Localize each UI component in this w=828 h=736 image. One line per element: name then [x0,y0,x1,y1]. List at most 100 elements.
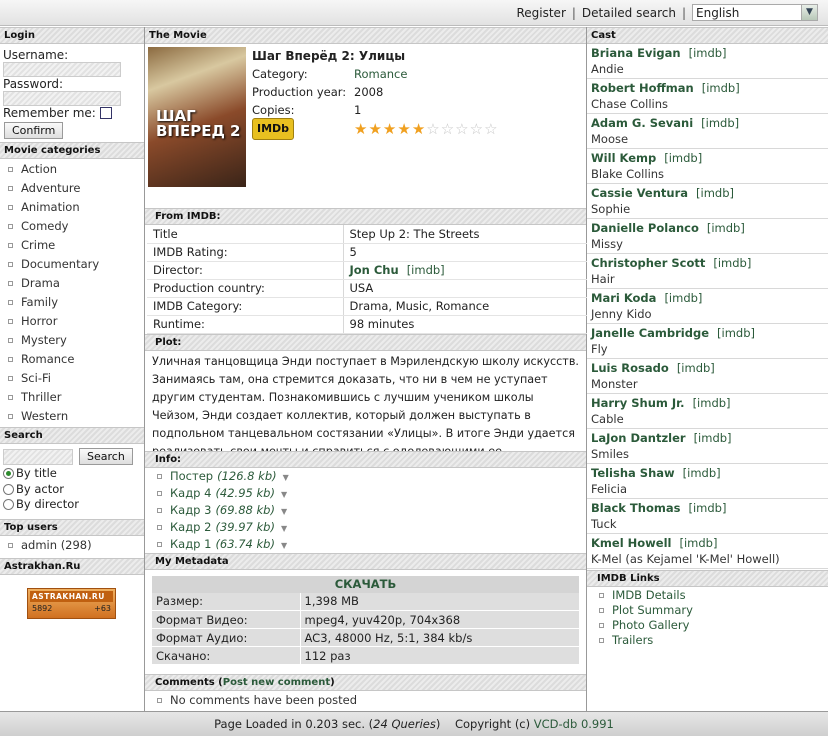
confirm-button[interactable]: Confirm [4,122,64,139]
category-item[interactable]: Comedy [0,217,144,236]
actor-imdb-link[interactable]: [imdb] [701,116,739,130]
actor-link[interactable]: Will Kemp [591,151,656,165]
star-icon[interactable]: ☆ [470,120,484,138]
post-comment-link[interactable]: Post new comment [223,677,330,688]
download-arrow-icon[interactable]: ▼ [281,507,287,516]
imdb-link[interactable]: IMDB Details [612,588,686,602]
password-input[interactable] [3,91,121,106]
imdb-link[interactable]: Photo Gallery [612,618,689,632]
actor-imdb-link[interactable]: [imdb] [693,396,731,410]
actor-imdb-link[interactable]: [imdb] [702,81,740,95]
actor-imdb-link[interactable]: [imdb] [688,501,726,515]
actor-link[interactable]: LaJon Dantzler [591,431,686,445]
star-icon[interactable]: ☆ [484,120,498,138]
actor-link[interactable]: Janelle Cambridge [591,326,709,340]
category-item[interactable]: Horror [0,312,144,331]
actor-imdb-link[interactable]: [imdb] [677,361,715,375]
remember-checkbox[interactable] [99,107,112,119]
director-imdb-link[interactable]: [imdb] [407,263,445,277]
category-item[interactable]: Action [0,160,144,179]
actor-link[interactable]: Harry Shum Jr. [591,396,685,410]
info-item[interactable]: Кадр 1 (63.74 kb) ▼ [145,536,586,553]
actor-imdb-link[interactable]: [imdb] [707,221,745,235]
imdb-link-item[interactable]: IMDB Details [587,588,828,603]
star-icon[interactable]: ☆ [455,120,469,138]
download-arrow-icon[interactable]: ▼ [281,541,287,550]
star-icon[interactable]: ☆ [426,120,440,138]
category-item[interactable]: Romance [0,350,144,369]
info-file-link[interactable]: Кадр 2 [170,520,211,534]
search-button[interactable]: Search [79,448,133,465]
imdb-link-item[interactable]: Trailers [587,633,828,648]
actor-imdb-link[interactable]: [imdb] [683,466,721,480]
actor-imdb-link[interactable]: [imdb] [664,291,702,305]
category-item[interactable]: Sci-Fi [0,369,144,388]
detailed-search-link[interactable]: Detailed search [582,6,676,20]
imdb-link[interactable]: Trailers [612,633,653,647]
category-item[interactable]: Thriller [0,388,144,407]
imdb-badge[interactable]: IMDb [252,118,354,140]
language-select[interactable]: English ▼ [692,4,818,21]
category-item[interactable]: Mystery [0,331,144,350]
download-arrow-icon[interactable]: ▼ [281,524,287,533]
astrakhan-banner[interactable]: ASTRAKHAN.RU 5892 +63 [27,587,116,619]
star-icon[interactable]: ★ [412,120,426,138]
actor-imdb-link[interactable]: [imdb] [689,46,727,60]
category-item[interactable]: Crime [0,236,144,255]
star-icon[interactable]: ★ [383,120,397,138]
actor-link[interactable]: Danielle Polanco [591,221,699,235]
star-icon[interactable]: ☆ [441,120,455,138]
imdb-link-item[interactable]: Plot Summary [587,603,828,618]
category-item[interactable]: Adventure [0,179,144,198]
actor-link[interactable]: Robert Hoffman [591,81,694,95]
register-link[interactable]: Register [516,6,565,20]
category-item[interactable]: Family [0,293,144,312]
download-link[interactable]: СКАЧАТЬ [152,575,579,593]
star-icon[interactable]: ★ [368,120,382,138]
download-arrow-icon[interactable]: ▼ [281,490,287,499]
info-file-link[interactable]: Постер [170,469,213,483]
actor-link[interactable]: Mari Koda [591,291,656,305]
category-item[interactable]: Western [0,407,144,426]
category-item[interactable]: Drama [0,274,144,293]
info-file-link[interactable]: Кадр 1 [170,537,211,551]
search-input[interactable] [3,448,73,465]
search-option[interactable]: By title [3,466,144,482]
actor-link[interactable]: Black Thomas [591,501,680,515]
actor-link[interactable]: Telisha Shaw [591,466,675,480]
actor-link[interactable]: Cassie Ventura [591,186,688,200]
username-input[interactable] [3,62,121,77]
actor-imdb-link[interactable]: [imdb] [713,256,751,270]
info-item[interactable]: Кадр 4 (42.95 kb) ▼ [145,485,586,502]
info-item[interactable]: Кадр 3 (69.88 kb) ▼ [145,502,586,519]
actor-link[interactable]: Adam G. Sevani [591,116,693,130]
info-file-link[interactable]: Кадр 4 [170,486,211,500]
imdb-link-item[interactable]: Photo Gallery [587,618,828,633]
actor-imdb-link[interactable]: [imdb] [717,326,755,340]
actor-link[interactable]: Luis Rosado [591,361,669,375]
star-icon[interactable]: ★ [397,120,411,138]
actor-link[interactable]: Kmel Howell [591,536,671,550]
imdb-link[interactable]: Plot Summary [612,603,693,617]
info-file-link[interactable]: Кадр 3 [170,503,211,517]
footer-app-link[interactable]: VCD-db 0.991 [534,717,614,731]
actor-link[interactable]: Christopher Scott [591,256,705,270]
rating-stars[interactable]: ★★★★★☆☆☆☆☆ [354,120,499,139]
search-option[interactable]: By actor [3,482,144,498]
category-link[interactable]: Romance [354,65,407,83]
category-item[interactable]: Documentary [0,255,144,274]
actor-imdb-link[interactable]: [imdb] [679,536,717,550]
actor-imdb-link[interactable]: [imdb] [696,186,734,200]
actor-imdb-link[interactable]: [imdb] [694,431,732,445]
info-item[interactable]: Кадр 2 (39.97 kb) ▼ [145,519,586,536]
movie-poster[interactable]: ШАГ ВПЕРЕД 2 [148,47,246,187]
actor-link[interactable]: Briana Evigan [591,46,681,60]
download-arrow-icon[interactable]: ▼ [283,473,289,482]
star-icon[interactable]: ★ [354,120,368,138]
director-link[interactable]: Jon Chu [350,263,399,277]
category-item[interactable]: Animation [0,198,144,217]
info-item[interactable]: Постер (126.8 kb) ▼ [145,468,586,485]
top-user-item[interactable]: admin (298) [0,536,144,555]
actor-imdb-link[interactable]: [imdb] [664,151,702,165]
search-option[interactable]: By director [3,497,144,513]
